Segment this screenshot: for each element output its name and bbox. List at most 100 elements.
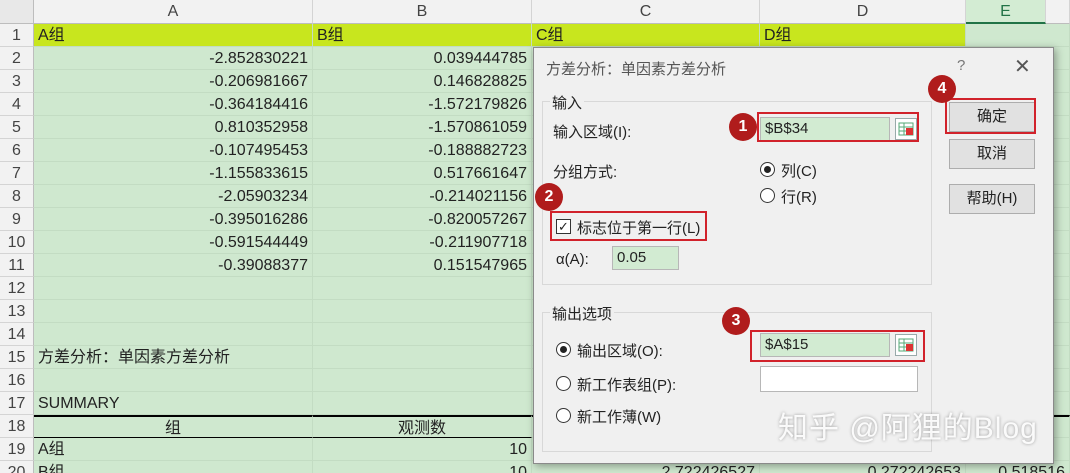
cell-b18[interactable]: 观测数	[313, 415, 532, 438]
column-header-b[interactable]: B	[313, 0, 532, 24]
cell-b5[interactable]: -1.570861059	[313, 116, 532, 139]
output-range-radio[interactable]	[556, 342, 571, 357]
row-number[interactable]: 20	[0, 461, 34, 473]
new-sheet-label[interactable]: 新工作表组(P):	[577, 374, 676, 395]
cell-a17[interactable]: SUMMARY	[34, 392, 313, 415]
column-header-d[interactable]: D	[760, 0, 966, 24]
column-header-e[interactable]: E	[966, 0, 1046, 24]
dialog-title: 方差分析：单因素方差分析	[546, 61, 727, 78]
cell-a7[interactable]: -1.155833615	[34, 162, 313, 185]
cell-a12[interactable]	[34, 277, 313, 300]
callout-box-input-range	[757, 112, 919, 142]
callout-box-ok-button	[945, 98, 1036, 134]
row-number[interactable]: 1	[0, 24, 34, 47]
group-by-row-label[interactable]: 行(R)	[781, 186, 817, 207]
cell-b3[interactable]: 0.146828825	[313, 70, 532, 93]
row-number[interactable]: 6	[0, 139, 34, 162]
row-number[interactable]: 4	[0, 93, 34, 116]
cancel-button[interactable]: 取消	[949, 139, 1035, 169]
cell-e1[interactable]	[966, 24, 1070, 47]
alpha-field[interactable]: 0.05	[612, 246, 679, 270]
cell-a10[interactable]: -0.591544449	[34, 231, 313, 254]
row-number[interactable]: 8	[0, 185, 34, 208]
sheet-row: 1 A组 B组 C组 D组	[0, 24, 1070, 47]
row-number[interactable]: 16	[0, 369, 34, 392]
step-badge-1: 1	[729, 113, 757, 141]
select-all-corner[interactable]	[0, 0, 34, 24]
cell-a1[interactable]: A组	[34, 24, 313, 47]
step-badge-2: 2	[535, 183, 563, 211]
cell-a2[interactable]: -2.852830221	[34, 47, 313, 70]
cell-b4[interactable]: -1.572179826	[313, 93, 532, 116]
row-number[interactable]: 15	[0, 346, 34, 369]
row-number[interactable]: 9	[0, 208, 34, 231]
cell-b16[interactable]	[313, 369, 532, 392]
cell-a13[interactable]	[34, 300, 313, 323]
cell-a20[interactable]: B组	[34, 461, 313, 473]
help-button[interactable]: 帮助(H)	[949, 184, 1035, 214]
cell-b7[interactable]: 0.517661647	[313, 162, 532, 185]
cell-d1[interactable]: D组	[760, 24, 966, 47]
cell-b12[interactable]	[313, 277, 532, 300]
cell-a6[interactable]: -0.107495453	[34, 139, 313, 162]
column-header-f[interactable]	[1046, 0, 1070, 24]
column-header-c[interactable]: C	[532, 0, 760, 24]
cell-a18[interactable]: 组	[34, 415, 313, 438]
cell-a5[interactable]: 0.810352958	[34, 116, 313, 139]
row-number[interactable]: 19	[0, 438, 34, 461]
cell-c1[interactable]: C组	[532, 24, 760, 47]
row-number[interactable]: 10	[0, 231, 34, 254]
cell-b8[interactable]: -0.214021156	[313, 185, 532, 208]
new-workbook-radio[interactable]	[556, 408, 571, 423]
cell-a16[interactable]	[34, 369, 313, 392]
new-sheet-radio[interactable]	[556, 376, 571, 391]
input-range-label: 输入区域(I):	[553, 124, 632, 141]
alpha-label: α(A):	[556, 251, 589, 268]
close-icon[interactable]: ✕	[1014, 54, 1031, 79]
new-sheet-field[interactable]	[760, 366, 918, 392]
cell-a4[interactable]: -0.364184416	[34, 93, 313, 116]
group-by-column-radio[interactable]	[760, 162, 775, 177]
cell-b2[interactable]: 0.039444785	[313, 47, 532, 70]
cell-a15[interactable]: 方差分析：单因素方差分析	[34, 346, 313, 369]
row-number[interactable]: 18	[0, 415, 34, 438]
cell-a11[interactable]: -0.39088377	[34, 254, 313, 277]
watermark: 知乎 @阿狸的Blog	[778, 412, 1038, 445]
cell-b13[interactable]	[313, 300, 532, 323]
help-question-icon[interactable]: ?	[957, 57, 965, 74]
grouped-by-label: 分组方式:	[553, 164, 618, 181]
cell-b15[interactable]	[313, 346, 532, 369]
cell-b6[interactable]: -0.188882723	[313, 139, 532, 162]
cell-a3[interactable]: -0.206981667	[34, 70, 313, 93]
cell-a19[interactable]: A组	[34, 438, 313, 461]
cell-a8[interactable]: -2.05903234	[34, 185, 313, 208]
row-number[interactable]: 7	[0, 162, 34, 185]
row-number[interactable]: 11	[0, 254, 34, 277]
row-number[interactable]: 3	[0, 70, 34, 93]
group-by-column-label[interactable]: 列(C)	[781, 160, 817, 181]
cell-a14[interactable]	[34, 323, 313, 346]
row-number[interactable]: 14	[0, 323, 34, 346]
column-header-a[interactable]: A	[34, 0, 313, 24]
cell-b17[interactable]	[313, 392, 532, 415]
row-number[interactable]: 13	[0, 300, 34, 323]
row-number[interactable]: 5	[0, 116, 34, 139]
new-workbook-label[interactable]: 新工作薄(W)	[577, 406, 661, 427]
callout-box-output-range	[750, 330, 925, 362]
row-number[interactable]: 2	[0, 47, 34, 70]
cell-b20[interactable]: 10	[313, 461, 532, 473]
cell-b11[interactable]: 0.151547965	[313, 254, 532, 277]
cell-b19[interactable]: 10	[313, 438, 532, 461]
cell-a9[interactable]: -0.395016286	[34, 208, 313, 231]
cell-b1[interactable]: B组	[313, 24, 532, 47]
group-by-row-radio[interactable]	[760, 188, 775, 203]
output-range-label[interactable]: 输出区域(O):	[577, 340, 663, 361]
cell-b9[interactable]: -0.820057267	[313, 208, 532, 231]
row-number[interactable]: 12	[0, 277, 34, 300]
callout-box-labels-first-row	[550, 211, 707, 241]
cell-b14[interactable]	[313, 323, 532, 346]
output-group-title: 输出选项	[550, 303, 615, 324]
row-number[interactable]: 17	[0, 392, 34, 415]
cell-b10[interactable]: -0.211907718	[313, 231, 532, 254]
input-group-title: 输入	[550, 92, 585, 113]
